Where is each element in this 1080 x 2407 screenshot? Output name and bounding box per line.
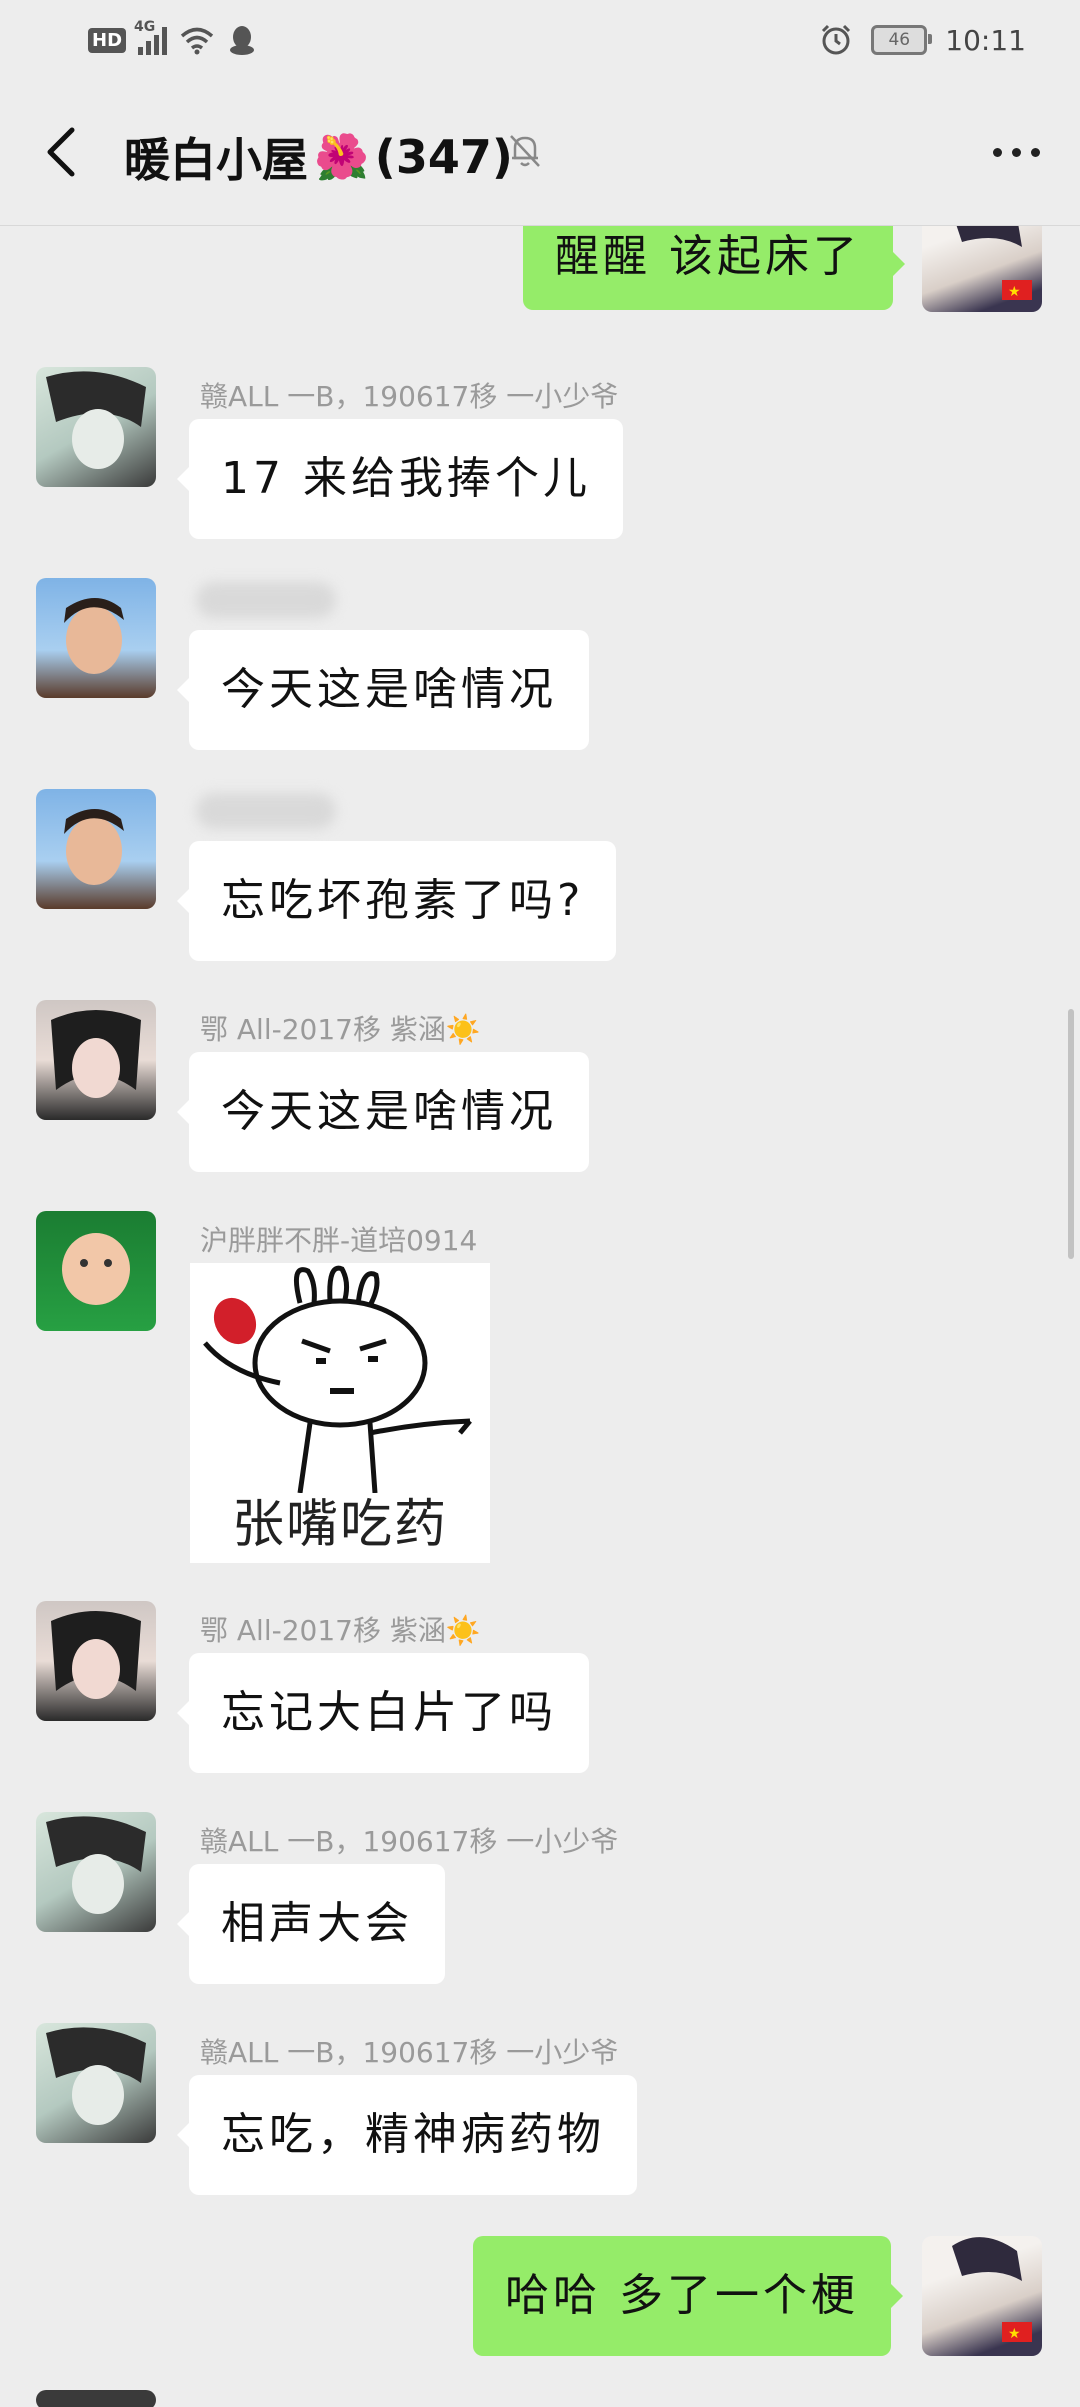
group-name: 暖白小屋	[124, 133, 308, 187]
clock: 10:11	[945, 23, 1026, 57]
scrollbar[interactable]	[1068, 1009, 1074, 1259]
svg-text:★: ★	[1008, 2326, 1021, 2342]
message-bubble-in[interactable]: 忘记大白片了吗	[177, 1653, 589, 1773]
hibiscus-emoji: 🌺	[314, 132, 369, 183]
status-left: HD 4G	[88, 19, 257, 60]
back-icon[interactable]	[38, 122, 88, 182]
sticker-message[interactable]: 张嘴吃药	[190, 1263, 490, 1563]
message-bubble-out[interactable]: 哈哈 多了一个梗	[473, 2236, 903, 2356]
hd-indicator: HD	[88, 27, 127, 53]
sticker-caption: 张嘴吃药	[231, 1495, 448, 1555]
rabbit-sticker-image	[203, 1265, 472, 1494]
sender-avatar[interactable]	[36, 1000, 156, 1120]
status-right: 46 10:11	[819, 18, 1026, 62]
blurred-sender-name	[196, 793, 336, 829]
my-avatar[interactable]: ★	[922, 226, 1042, 312]
message-bubble-in[interactable]: 忘吃，精神病药物	[177, 2075, 637, 2195]
sender-name: 赣ALL 一B，190617移 一小少爷	[200, 1825, 619, 1858]
sender-name: 赣ALL 一B，190617移 一小少爷	[200, 2036, 619, 2069]
sender-avatar[interactable]	[36, 1601, 156, 1721]
mute-bell-icon	[510, 135, 540, 167]
battery-level: 46	[888, 30, 911, 50]
alarm-icon	[822, 24, 851, 55]
chat-title: 暖白小屋 🌺 (347)	[124, 124, 513, 190]
message-bubble-in[interactable]: 今天这是啥情况	[177, 630, 589, 750]
qq-icon	[230, 26, 255, 55]
signal-icon: 4G	[134, 19, 168, 55]
svg-text:★: ★	[1008, 284, 1021, 300]
message-bubble-in[interactable]: 忘吃坏孢素了吗?	[176, 841, 617, 961]
sender-name: 赣ALL 一B，190617移 一小少爷	[200, 380, 619, 413]
sender-avatar[interactable]	[36, 367, 156, 487]
status-bar: HD 4G 46 10:11	[0, 0, 1080, 80]
sender-avatar[interactable]	[36, 2023, 156, 2143]
sender-avatar[interactable]	[36, 1812, 156, 1932]
member-count: (347)	[374, 130, 513, 184]
sender-name: 鄂 All-2017移 紫涵☀️	[200, 1013, 481, 1046]
my-avatar[interactable]: ★	[922, 2236, 1042, 2356]
sender-avatar[interactable]	[36, 789, 156, 909]
chat-message-list[interactable]: 醒醒 该起床了 ★ 赣ALL 一B，190617移 一小少爷 17 来给我捧个儿…	[0, 226, 1080, 2407]
sender-name: 鄂 All-2017移 紫涵☀️	[200, 1614, 481, 1647]
wifi-icon	[180, 27, 214, 55]
sender-avatar[interactable]	[36, 578, 156, 698]
sender-avatar[interactable]	[36, 1211, 156, 1331]
chat-header: 暖白小屋 🌺 (347)	[0, 80, 1080, 226]
blurred-sender-name	[196, 582, 336, 618]
message-bubble-out[interactable]: 醒醒 该起床了	[523, 226, 905, 310]
message-bubble-in[interactable]: 今天这是啥情况	[177, 1052, 589, 1172]
battery-icon: 46	[871, 25, 933, 55]
sender-name: 沪胖胖不胖-道培0914	[200, 1224, 478, 1257]
more-options-button[interactable]	[993, 148, 1040, 157]
sender-avatar[interactable]	[36, 2390, 156, 2407]
network-type: 4G	[134, 19, 156, 35]
message-bubble-in[interactable]: 17 来给我捧个儿	[177, 419, 623, 539]
message-bubble-in[interactable]: 相声大会	[177, 1864, 445, 1984]
